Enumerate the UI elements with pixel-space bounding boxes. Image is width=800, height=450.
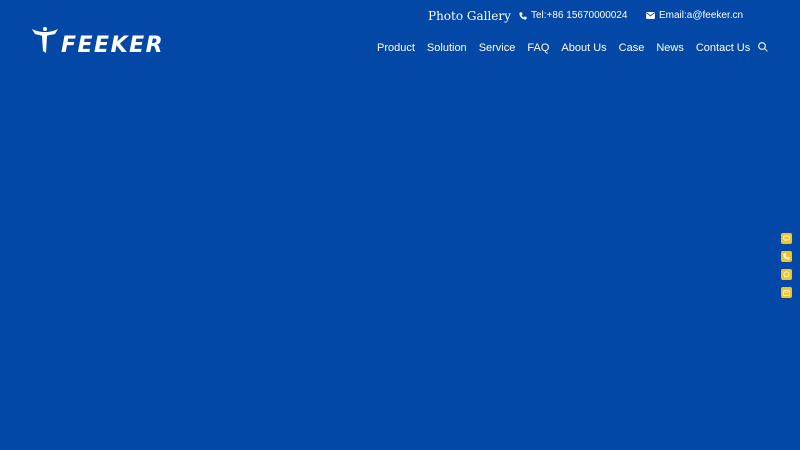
phone-icon	[519, 11, 527, 20]
email-contact[interactable]: Email:a@feeker.cn	[646, 10, 743, 21]
nav-news[interactable]: News	[656, 42, 684, 54]
search-icon[interactable]	[757, 41, 769, 53]
side-chat-button[interactable]	[781, 269, 792, 280]
nav-about-us[interactable]: About Us	[561, 42, 606, 54]
chat-icon	[783, 271, 790, 278]
side-message-button[interactable]	[781, 233, 792, 244]
nav-faq[interactable]: FAQ	[527, 42, 549, 54]
mail-icon	[646, 12, 655, 19]
side-phone-button[interactable]	[781, 251, 792, 262]
mail-icon	[783, 289, 790, 296]
nav-product[interactable]: Product	[377, 42, 415, 54]
nav-contact-us[interactable]: Contact Us	[696, 42, 750, 54]
tel-text: Tel:+86 15670000024	[531, 10, 628, 21]
nav-service[interactable]: Service	[479, 42, 516, 54]
main-nav: Product Solution Service FAQ About Us Ca…	[377, 40, 762, 56]
side-mail-button[interactable]	[781, 287, 792, 298]
side-toolbar	[781, 233, 792, 298]
nav-solution[interactable]: Solution	[427, 42, 467, 54]
nav-case[interactable]: Case	[619, 42, 645, 54]
tel-contact[interactable]: Tel:+86 15670000024	[519, 10, 627, 21]
top-bar: Photo Gallery Tel:+86 15670000024 Email:…	[0, 0, 800, 32]
phone-icon	[783, 253, 790, 260]
email-text: Email:a@feeker.cn	[659, 10, 744, 21]
logo-wordmark: FEEKER	[61, 33, 164, 57]
photo-gallery-link[interactable]: Photo Gallery	[428, 9, 511, 23]
message-icon	[783, 235, 790, 242]
